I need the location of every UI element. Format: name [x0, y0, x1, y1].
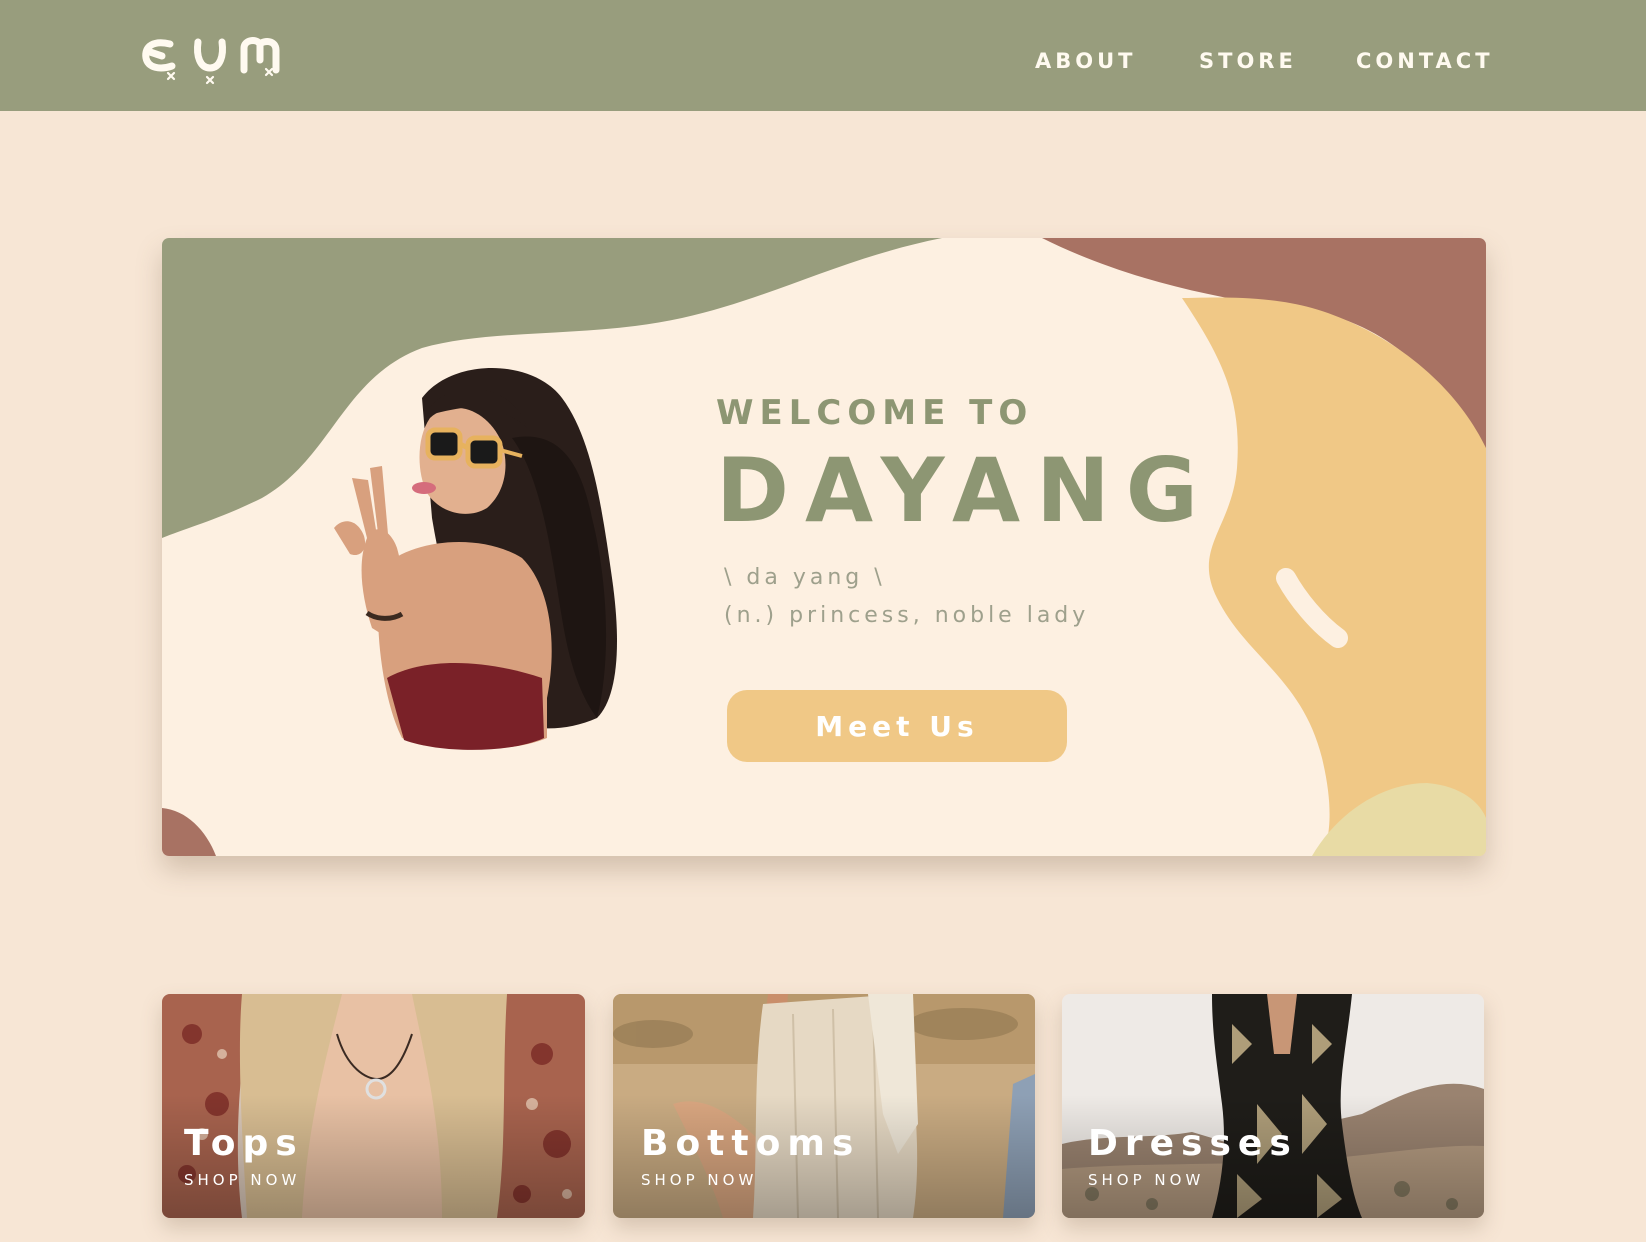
- dayang-logo[interactable]: [140, 30, 300, 90]
- shop-now-label[interactable]: SHOP NOW: [184, 1170, 300, 1190]
- hero-banner: WELCOME TO DAYANG \ da yang \ (n.) princ…: [162, 238, 1486, 856]
- category-card-bottoms[interactable]: Bottoms SHOP NOW: [613, 994, 1035, 1218]
- category-title: Bottoms: [641, 1123, 861, 1164]
- top-navbar: ABOUT STORE CONTACT: [0, 0, 1646, 111]
- welcome-heading: WELCOME TO: [716, 393, 1034, 433]
- nav-about-link[interactable]: ABOUT: [1035, 47, 1137, 75]
- nav-contact-link[interactable]: CONTACT: [1356, 47, 1494, 75]
- shop-now-label[interactable]: SHOP NOW: [641, 1170, 757, 1190]
- category-title: Tops: [184, 1123, 304, 1164]
- category-card-dresses[interactable]: Dresses SHOP NOW: [1062, 994, 1484, 1218]
- category-card-tops[interactable]: Tops SHOP NOW: [162, 994, 585, 1218]
- definition-text: (n.) princess, noble lady: [724, 603, 1090, 628]
- meet-us-button[interactable]: Meet Us: [727, 690, 1067, 762]
- page: ABOUT STORE CONTACT WELCOME TO DAYANG \ …: [0, 0, 1646, 1242]
- category-title: Dresses: [1088, 1123, 1298, 1164]
- shop-now-label[interactable]: SHOP NOW: [1088, 1170, 1204, 1190]
- pronunciation-text: \ da yang \: [724, 565, 886, 590]
- nav-store-link[interactable]: STORE: [1199, 47, 1297, 75]
- portrait-photo: [334, 368, 617, 750]
- brand-title: DAYANG: [716, 439, 1215, 542]
